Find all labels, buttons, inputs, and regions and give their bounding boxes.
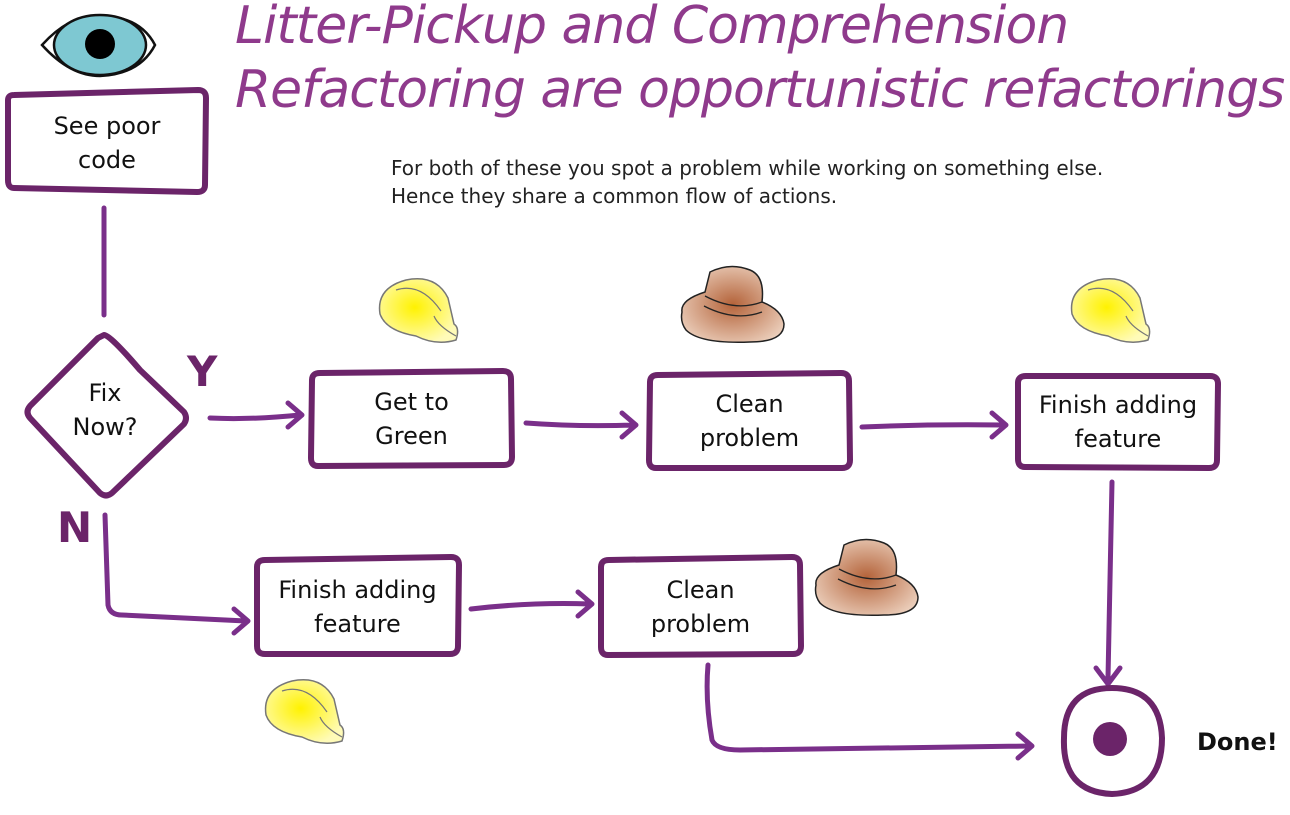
arrow-clean-to-finish bbox=[859, 410, 1009, 440]
arrow-yes-to-get-green bbox=[207, 400, 305, 430]
finish-top-label: Finish adding feature bbox=[1038, 391, 1198, 453]
fedora-icon bbox=[814, 538, 919, 616]
done-node bbox=[1060, 684, 1166, 798]
clean-bottom-label: Clean problem bbox=[650, 576, 751, 638]
start-label: See poor code bbox=[53, 112, 161, 174]
no-label: N bbox=[57, 503, 93, 552]
decision-label: Fix Now? bbox=[72, 379, 138, 441]
get-green-label: Get to Green bbox=[374, 388, 449, 450]
hardhat-icon bbox=[264, 679, 345, 744]
fedora-icon bbox=[680, 265, 785, 343]
clean-top-label: Clean problem bbox=[699, 390, 800, 452]
hardhat-icon bbox=[1070, 278, 1151, 343]
eye-icon bbox=[40, 13, 157, 78]
arrow-no-to-finish bbox=[102, 512, 251, 636]
done-label: Done! bbox=[1197, 728, 1278, 756]
arrow-clean-bottom-to-done bbox=[704, 662, 1035, 761]
finish-bottom-label: Finish adding feature bbox=[278, 576, 437, 638]
arrow-get-green-to-clean bbox=[523, 410, 639, 440]
hardhat-icon bbox=[378, 278, 459, 343]
yes-label: Y bbox=[187, 347, 218, 396]
arrow-finish-to-clean bbox=[468, 589, 595, 619]
arrow-finish-top-to-done bbox=[1093, 479, 1123, 687]
